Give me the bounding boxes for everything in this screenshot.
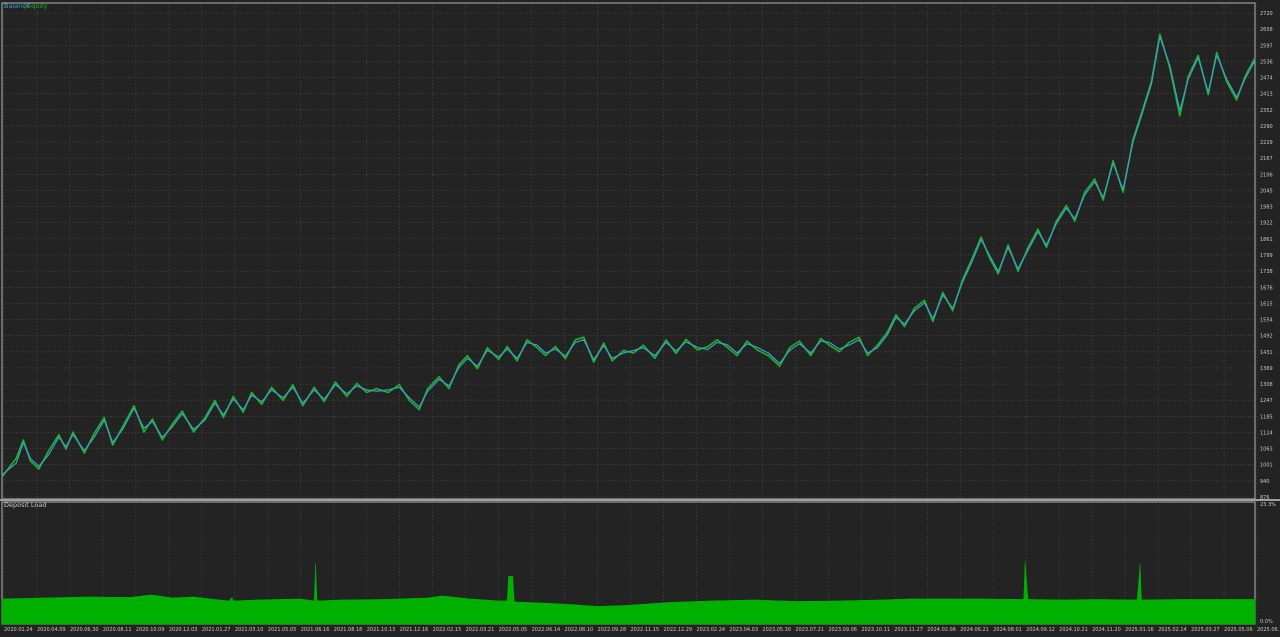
legend-equity-label: Equity — [27, 2, 48, 10]
y-tick-label: 1738 — [1260, 269, 1273, 275]
x-tick-label: 2024.02.06 — [927, 627, 956, 633]
x-tick-label: 2022.08.10 — [565, 627, 594, 633]
y-tick-label: 1431 — [1260, 350, 1273, 356]
y-axis-ticks: 876 940 1001 1063 1124 1185 1247 1308 1369 1431 14… — [1260, 11, 1276, 625]
chart-svg: 876 940 1001 1063 1124 1185 1247 1308 1369 1431 14… — [0, 0, 1280, 633]
equity-series — [1, 33, 1256, 478]
y-tick-label: 2413 — [1260, 92, 1273, 98]
x-tick-label: 2023.10.11 — [861, 627, 890, 633]
y-tick-label: 2106 — [1260, 172, 1273, 178]
x-tick-label: 2022.02.15 — [433, 627, 462, 633]
x-tick-label: 2022.05.05 — [499, 627, 528, 633]
deposit-load-series — [1, 561, 1256, 625]
x-tick-label: 2022.06.14 — [532, 627, 561, 633]
x-tick-label: 2020.10.09 — [136, 627, 165, 633]
y-tick-label: 2229 — [1260, 140, 1273, 146]
y-tick-label: 2658 — [1260, 27, 1273, 33]
x-tick-label: 2021.01.27 — [202, 627, 231, 633]
y-tick-label: 1983 — [1260, 205, 1273, 211]
y-tick-label: 1247 — [1260, 398, 1273, 404]
legend: Balance / Equity — [4, 2, 48, 10]
x-tick-label: 2020.01.24 — [4, 627, 33, 633]
y-tick-label: 2167 — [1260, 156, 1273, 162]
y-tick-label: 2720 — [1260, 11, 1273, 17]
x-tick-label: 2022.03.21 — [466, 627, 495, 633]
equity-line — [1, 33, 1256, 478]
y-tick-label: 1001 — [1260, 463, 1273, 469]
x-tick-label: 2021.03.10 — [235, 627, 264, 633]
balance-line — [1, 36, 1256, 476]
x-axis-ticks: 2020.01.24 2020.04.09 2020.06.30 2020.08.11… — [4, 627, 1280, 633]
y-tick-label: 1554 — [1260, 318, 1273, 324]
x-tick-label: 2025.06.19 — [1257, 627, 1280, 633]
y-tick-label: 1369 — [1260, 366, 1273, 372]
x-tick-label: 2020.04.09 — [37, 627, 66, 633]
deposit-y-tick-label: 23.3% — [1260, 502, 1276, 508]
deposit-y-tick-label: 0.0% — [1260, 619, 1273, 625]
x-tick-label: 2023.07.21 — [795, 627, 824, 633]
x-tick-label: 2023.04.03 — [729, 627, 758, 633]
x-tick-label: 2025.05.06 — [1224, 627, 1253, 633]
y-tick-label: 1861 — [1260, 237, 1273, 243]
y-tick-label: 1676 — [1260, 285, 1273, 291]
y-tick-label: 876 — [1260, 495, 1270, 501]
y-tick-label: 2045 — [1260, 188, 1273, 194]
y-tick-label: 1124 — [1260, 430, 1273, 436]
y-tick-label: 940 — [1260, 479, 1270, 485]
x-tick-label: 2021.08.18 — [334, 627, 363, 633]
x-tick-label: 2024.10.21 — [1059, 627, 1088, 633]
deposit-load-area — [1, 561, 1256, 625]
x-tick-label: 2024.06.21 — [960, 627, 989, 633]
balance-series — [1, 36, 1256, 476]
x-tick-label: 2025.01.16 — [1125, 627, 1154, 633]
x-tick-label: 2020.12.03 — [169, 627, 198, 633]
x-tick-label: 2020.06.30 — [70, 627, 99, 633]
y-tick-label: 1799 — [1260, 253, 1273, 259]
deposit-load-title: Deposit Load — [4, 501, 47, 509]
x-tick-label: 2025.02.14 — [1158, 627, 1187, 633]
y-tick-label: 2474 — [1260, 76, 1273, 82]
x-tick-label: 2024.11.20 — [1092, 627, 1121, 633]
x-tick-label: 2023.05.30 — [762, 627, 791, 633]
y-tick-label: 1308 — [1260, 382, 1273, 388]
y-tick-label: 1063 — [1260, 447, 1273, 453]
chart-area: 876 940 1001 1063 1124 1185 1247 1308 1369 1431 14… — [0, 0, 1280, 633]
y-tick-label: 1492 — [1260, 334, 1273, 340]
x-tick-label: 2023.02.24 — [696, 627, 725, 633]
y-tick-label: 2352 — [1260, 108, 1273, 114]
x-tick-label: 2021.12.16 — [400, 627, 429, 633]
y-tick-label: 1615 — [1260, 301, 1273, 307]
x-tick-label: 2025.03.27 — [1191, 627, 1220, 633]
x-tick-label: 2024.08.01 — [993, 627, 1022, 633]
grid — [2, 3, 1258, 624]
x-tick-label: 2020.08.11 — [103, 627, 132, 633]
x-tick-label: 2021.10.13 — [367, 627, 396, 633]
x-tick-label: 2022.09.28 — [598, 627, 627, 633]
x-tick-label: 2022.11.15 — [631, 627, 660, 633]
x-tick-label: 2023.11.27 — [894, 627, 923, 633]
y-tick-label: 2536 — [1260, 59, 1273, 65]
x-tick-label: 2022.12.29 — [663, 627, 692, 633]
plot-frames — [0, 2, 1280, 625]
y-tick-label: 1922 — [1260, 221, 1273, 227]
x-tick-label: 2023.09.06 — [828, 627, 857, 633]
y-tick-label: 1185 — [1260, 414, 1273, 420]
x-tick-label: 2021.06.16 — [301, 627, 330, 633]
y-tick-label: 2597 — [1260, 43, 1273, 49]
y-tick-label: 2290 — [1260, 124, 1273, 130]
x-tick-label: 2021.05.05 — [268, 627, 297, 633]
x-tick-label: 2024.09.12 — [1026, 627, 1055, 633]
